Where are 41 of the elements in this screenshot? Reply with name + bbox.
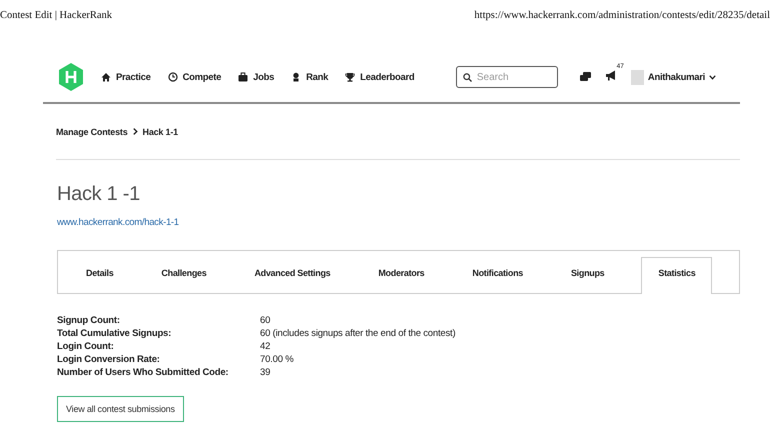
stat-label: Total Cumulative Signups: [57,328,172,339]
megaphone-icon[interactable] [604,70,617,81]
stat-label: Login Count: [57,341,115,352]
chat-icon[interactable] [580,72,591,82]
tab[interactable]: Details [75,251,124,293]
stat-value: 42 [260,341,272,352]
stat-label: Number of Users Who Submitted Code: [57,367,230,378]
nav-link[interactable]: Rank [291,72,328,82]
page-url: https://www.hackerrank.com/administration/contests/edit/28235/detail [474,10,770,20]
home-icon [101,72,111,82]
breadcrumb-link[interactable]: Manage Contests [56,126,128,136]
tab[interactable]: Challenges [150,251,218,293]
chevron-down-icon [709,74,716,80]
stat-value: 60 [260,315,272,326]
tab[interactable]: Signups [560,251,616,293]
user-menu[interactable]: Anithakumari [630,70,716,84]
clock-icon [168,72,178,82]
trophy-icon [345,72,356,82]
contest-title: Hack 1 -1 [57,183,141,206]
medal-icon [291,72,302,82]
nav-link[interactable]: Jobs [238,72,274,82]
stat-value: 60 (includes signups after the end of the contest) [260,328,456,339]
nav-link[interactable]: Compete [168,72,222,82]
stat-value: 70.00 % [260,354,294,365]
stat-label: Signup Count: [57,315,121,326]
tab[interactable]: Notifications [461,251,534,293]
breadcrumb-current: Hack 1-1 [142,126,178,136]
page-title: Contest Edit | HackerRank [0,10,112,20]
avatar-icon [630,70,644,84]
submissions-button[interactable]: View all contest submissions [57,396,184,422]
stat-label: Login Conversion Rate: [57,354,161,365]
tab[interactable]: Moderators [367,251,436,293]
search-icon [462,72,472,82]
tab[interactable]: Advanced Settings [243,251,342,293]
contest-link[interactable]: www.hackerrank.com/hack-1-1 [57,217,179,228]
nav-link[interactable]: Leaderboard [345,72,414,82]
chevron-right-icon [132,128,138,135]
tab[interactable]: Statistics [641,257,712,294]
nav-link[interactable]: Practice [101,72,151,82]
briefcase-icon [238,72,248,82]
stat-value: 39 [260,367,272,378]
